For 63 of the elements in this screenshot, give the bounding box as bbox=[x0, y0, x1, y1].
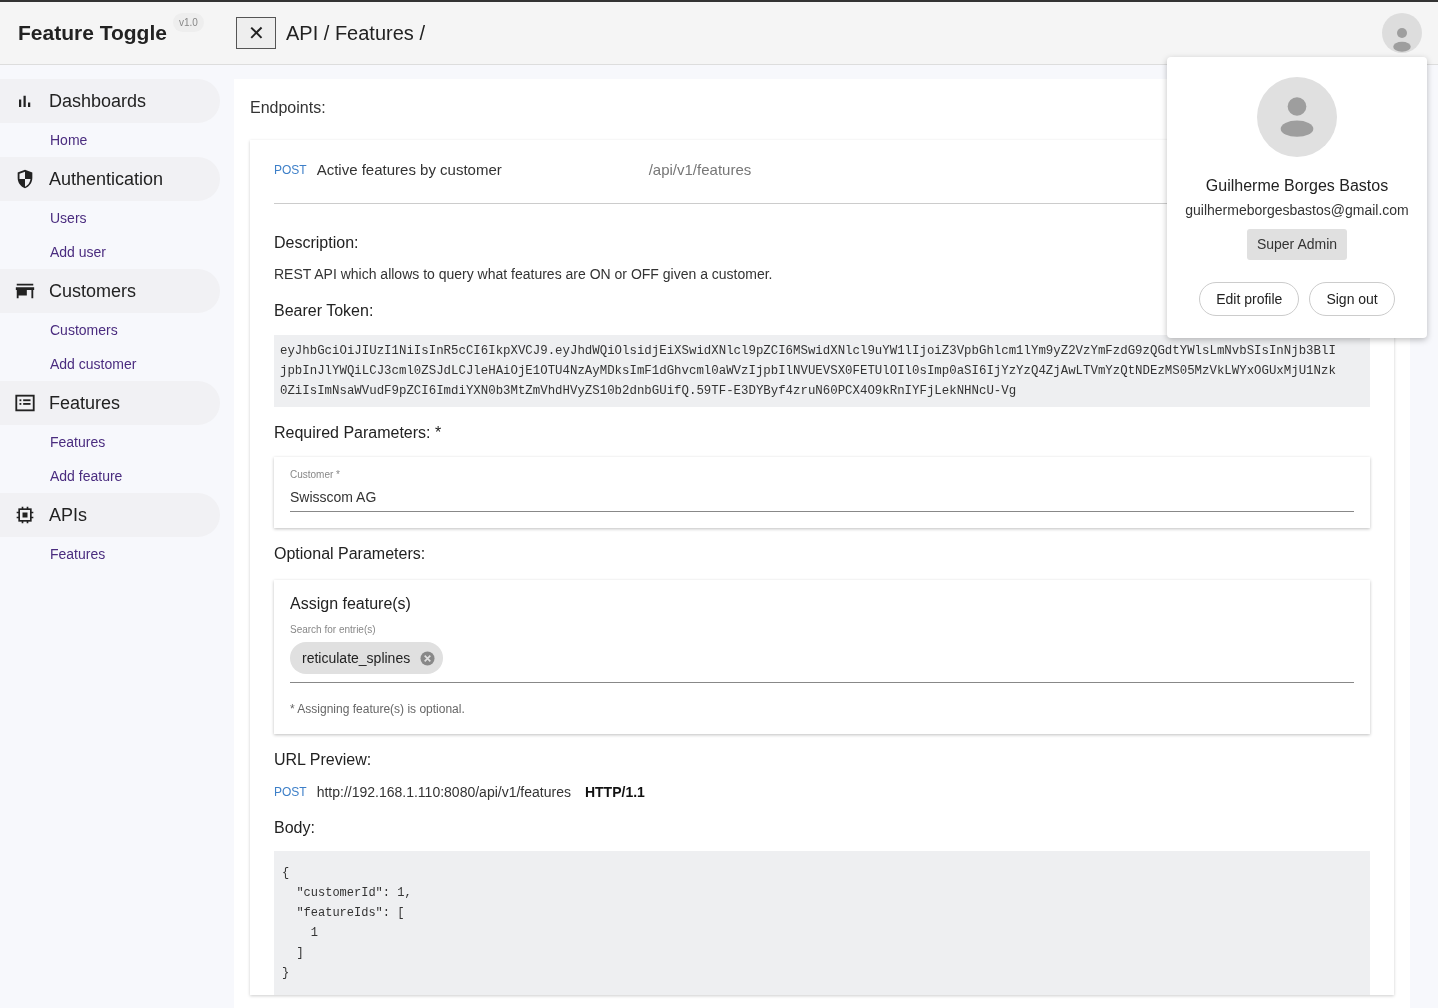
sidebar-link[interactable]: Home bbox=[50, 129, 88, 151]
endpoint-name: Active features by customer bbox=[316, 159, 503, 180]
version-badge: v1.0 bbox=[172, 13, 204, 33]
token-line: 0ZiIsImNsaWVudF9pZCI6ImdiYXN0b3MtZmVhdHVyZS10b2dnbGUifQ.59TF-E3DYByf4zruN60PCX4O9kRnIYFjLekNHNcU-Vg bbox=[280, 383, 1018, 400]
user-email: guilhermeborgesbastos@gmail.com bbox=[1185, 201, 1409, 220]
url-text: http://192.168.1.110:8080/api/v1/features bbox=[316, 782, 571, 802]
avatar-button[interactable] bbox=[1382, 13, 1422, 53]
code-line: ] bbox=[295, 946, 304, 960]
hint-text: * Assigning feature(s) is optional. bbox=[290, 702, 465, 716]
chip-icon bbox=[14, 504, 36, 526]
sidebar-link[interactable]: Features bbox=[50, 543, 106, 565]
sidebar-group[interactable]: Authentication bbox=[0, 157, 220, 201]
endpoint-path: /api/v1/features bbox=[648, 159, 752, 180]
sidebar-link[interactable]: Add feature bbox=[50, 465, 123, 487]
code-line: { bbox=[282, 866, 290, 880]
breadcrumb: API / Features / bbox=[286, 21, 425, 46]
sidebar-group-label: APIs bbox=[49, 503, 87, 527]
token-line: jpbInJlYWQiLCJ3cml0ZSJdLCJleHAiOjE1OTU4NzAyMDksImF1dGhvcml0aWVzIjpbIlNVUEVSX0FETUlOIl0sImp0aSI6IjYzYzQ4ZjAwLTVmYzQtNDEzMS05MzVkLWYxOGUxMjU1Nzk bbox=[280, 363, 1337, 380]
close-button[interactable]: ✕ bbox=[236, 17, 276, 49]
token-line: eyJhbGciOiJIUzI1NiIsInR5cCI6IkpXVCJ9.eyJhdWQiOlsidjEiXSwidXNlcl9pZCI6MSwidXNlcl9uYW1lIjoiZ3VpbGhlcm1lYm9yZ2VzYmFzdG9zQGdtYWlsLmNvbSIsInNjb3BlI bbox=[280, 343, 1337, 360]
section-label: Bearer Token: bbox=[274, 302, 374, 319]
sidebar-link[interactable]: Customers bbox=[50, 319, 118, 341]
method-label: POST bbox=[274, 784, 307, 801]
field-value: Swisscom AG bbox=[290, 488, 378, 507]
sidebar-group-label: Features bbox=[49, 391, 121, 415]
customer-field[interactable]: Customer * Swisscom AG bbox=[290, 469, 1354, 512]
sidebar-group-label: Dashboards bbox=[49, 89, 147, 113]
section-label: Body: bbox=[274, 819, 315, 836]
card-title: Assign feature(s) bbox=[290, 595, 411, 612]
app-title: Feature Toggle bbox=[18, 20, 167, 47]
role-badge: Super Admin bbox=[1246, 229, 1348, 260]
feature-search-field[interactable]: Search for entrie(s) reticulate_splines bbox=[290, 624, 1354, 683]
protocol-label: HTTP/1.1 bbox=[584, 782, 645, 802]
sidebar-group-label: Customers bbox=[49, 279, 137, 303]
sidebar-group-label: Authentication bbox=[49, 167, 164, 191]
profile-button[interactable]: Edit profile bbox=[1199, 282, 1300, 316]
list-icon bbox=[14, 392, 36, 414]
code-line: "featureIds": [ bbox=[295, 906, 405, 920]
sidebar-group[interactable]: Features bbox=[0, 381, 220, 425]
user-name: Guilherme Borges Bastos bbox=[1205, 176, 1389, 196]
remove-icon[interactable] bbox=[420, 650, 436, 666]
profile-button[interactable]: Sign out bbox=[1309, 282, 1395, 316]
field-label: Search for entrie(s) bbox=[290, 624, 377, 636]
code-line: 1 bbox=[309, 926, 318, 940]
field-label: Customer * bbox=[290, 469, 341, 481]
method-label: POST bbox=[274, 162, 307, 179]
description-text: REST API which allows to query what features are ON or OFF given a customer. bbox=[274, 266, 773, 282]
chip-label: reticulate_splines bbox=[302, 648, 411, 668]
section-title: Endpoints: bbox=[250, 99, 326, 116]
section-label: Optional Parameters: bbox=[274, 545, 426, 562]
sidebar-link[interactable]: Add user bbox=[50, 241, 107, 263]
sidebar-link[interactable]: Users bbox=[50, 207, 87, 229]
section-label: Description: bbox=[274, 234, 359, 251]
code-line: "customerId": 1, bbox=[295, 886, 412, 900]
section-label: URL Preview: bbox=[274, 751, 372, 768]
sidebar-link[interactable]: Add customer bbox=[50, 353, 137, 375]
sidebar-group[interactable]: Dashboards bbox=[0, 79, 220, 123]
sidebar-group[interactable]: APIs bbox=[0, 493, 220, 537]
feature-chip[interactable]: reticulate_splines bbox=[290, 642, 444, 674]
sidebar-group[interactable]: Customers bbox=[0, 269, 220, 313]
code-line: } bbox=[282, 966, 290, 980]
sidebar-link[interactable]: Features bbox=[50, 431, 106, 453]
section-label: Required Parameters: * bbox=[274, 424, 442, 441]
